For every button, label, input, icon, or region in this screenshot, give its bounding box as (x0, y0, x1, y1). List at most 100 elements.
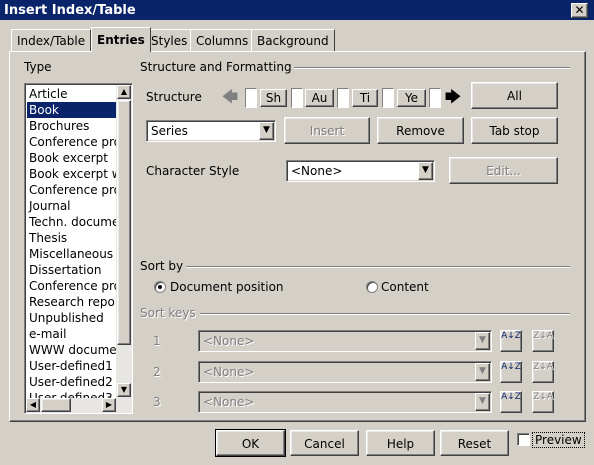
list-item[interactable]: Brochures (27, 118, 117, 134)
edit-button[interactable]: Edit... (449, 157, 558, 184)
all-button[interactable]: All (471, 82, 558, 109)
structure-group-label: Structure and Formatting (140, 60, 296, 74)
sort-content-label[interactable]: Content (381, 280, 429, 294)
sort-key-3-select[interactable]: <None> ▼ (198, 391, 492, 413)
chevron-down-icon[interactable]: ▼ (418, 162, 433, 180)
tab-columns[interactable]: Columns (190, 29, 255, 51)
list-item[interactable]: Conference pro (27, 182, 117, 198)
radio-dot (158, 285, 162, 289)
tab-label: Styles (151, 34, 188, 48)
tab-label: Index/Table (17, 34, 86, 48)
tab-label: Background (257, 34, 329, 48)
tab-label: Entries (97, 33, 145, 47)
list-item[interactable]: Miscellaneous (27, 246, 117, 262)
scroll-left-icon[interactable]: ◀ (26, 398, 40, 412)
tab-index-table[interactable]: Index/Table (11, 29, 92, 51)
list-item[interactable]: Research repor (27, 294, 117, 310)
chevron-down-icon[interactable]: ▼ (475, 363, 490, 381)
list-item[interactable]: Dissertation (27, 262, 117, 278)
token-gap[interactable] (291, 88, 303, 108)
type-label: Type (24, 60, 52, 74)
sort-keys-label: Sort keys (140, 306, 200, 320)
list-item[interactable]: Book excerpt w (27, 166, 117, 182)
sort-content-radio[interactable] (366, 281, 378, 293)
list-item[interactable]: Conference pro (27, 278, 117, 294)
token-gap[interactable] (245, 88, 257, 108)
structure-token-sh[interactable]: Sh (260, 89, 287, 107)
sort-key-2-select[interactable]: <None> ▼ (198, 361, 492, 383)
preview-checkbox[interactable] (517, 433, 530, 446)
list-item[interactable]: Article (27, 86, 117, 102)
help-button[interactable]: Help (366, 430, 435, 456)
list-item[interactable]: Unpublished (27, 310, 117, 326)
window-title: Insert Index/Table (4, 3, 136, 18)
preview-label[interactable]: Preview (532, 432, 585, 448)
scroll-hthumb[interactable] (41, 398, 71, 412)
list-item[interactable]: User-defined1 (27, 358, 117, 374)
list-item[interactable]: e-mail (27, 326, 117, 342)
sort-ascending-icon[interactable]: A↓Z (500, 361, 522, 383)
sort-key-1-select[interactable]: <None> ▼ (198, 330, 492, 352)
list-item[interactable]: User-defined2 (27, 374, 117, 390)
separator (200, 313, 570, 315)
sort-document-position-label[interactable]: Document position (170, 280, 284, 294)
chevron-down-icon[interactable]: ▼ (475, 332, 490, 350)
sort-descending-icon[interactable]: Z↓A (532, 391, 554, 413)
ok-button[interactable]: OK (215, 429, 286, 457)
character-style-value: <None> (291, 164, 343, 178)
list-item[interactable]: Book excerpt (27, 150, 117, 166)
sort-ascending-icon[interactable]: A↓Z (500, 330, 522, 352)
list-item[interactable]: Techn. documen (27, 214, 117, 230)
list-item[interactable]: Thesis (27, 230, 117, 246)
structure-token-ti[interactable]: Ti (352, 89, 378, 107)
field-select[interactable]: Series ▼ (146, 120, 276, 142)
list-item[interactable]: Journal (27, 198, 117, 214)
character-style-select[interactable]: <None> ▼ (286, 160, 435, 182)
list-item[interactable]: Book (27, 102, 117, 118)
arrow-right-icon[interactable]: 🡆 (443, 87, 463, 109)
reset-button[interactable]: Reset (440, 430, 509, 456)
token-gap[interactable] (429, 88, 441, 108)
structure-token-au[interactable]: Au (305, 89, 334, 107)
structure-label: Structure (146, 90, 202, 104)
sort-key-3-value: <None> (203, 395, 255, 409)
sort-ascending-icon[interactable]: A↓Z (500, 391, 522, 413)
list-item[interactable]: Conference pro (27, 134, 117, 150)
sort-document-position-radio[interactable] (154, 281, 166, 293)
character-style-label: Character Style (146, 164, 240, 178)
sort-descending-icon[interactable]: Z↓A (532, 330, 554, 352)
chevron-down-icon[interactable]: ▼ (259, 122, 274, 140)
tab-label: Columns (196, 34, 249, 48)
separator (294, 67, 570, 69)
type-list-vscrollbar[interactable]: ▲ ▼ (116, 85, 132, 398)
type-list[interactable]: Article Book Brochures Conference pro Book e… (24, 83, 133, 414)
title-bar: Insert Index/Table (0, 0, 594, 22)
sort-key-2-label: 2 (153, 365, 161, 379)
token-gap[interactable] (337, 88, 349, 108)
scroll-right-icon[interactable]: ▶ (102, 398, 116, 412)
scroll-down-icon[interactable]: ▼ (117, 383, 131, 397)
sort-by-label: Sort by (140, 259, 188, 273)
remove-button[interactable]: Remove (377, 117, 464, 144)
field-select-value: Series (151, 124, 188, 138)
sort-key-1-value: <None> (203, 334, 255, 348)
close-button[interactable]: ✕ (571, 3, 588, 18)
sort-key-2-value: <None> (203, 365, 255, 379)
close-icon: ✕ (574, 3, 585, 17)
arrow-left-icon[interactable]: 🡄 (220, 87, 240, 109)
tab-styles[interactable]: Styles (145, 29, 194, 51)
token-gap[interactable] (382, 88, 394, 108)
chevron-down-icon[interactable]: ▼ (475, 393, 490, 411)
cancel-button[interactable]: Cancel (290, 430, 359, 456)
scroll-thumb[interactable] (117, 100, 131, 345)
insert-button[interactable]: Insert (284, 117, 370, 144)
list-item[interactable]: WWW documen (27, 342, 117, 358)
sort-key-3-label: 3 (153, 395, 161, 409)
sort-descending-icon[interactable]: Z↓A (532, 361, 554, 383)
tab-background[interactable]: Background (251, 29, 335, 51)
tab-entries[interactable]: Entries (91, 27, 151, 52)
scroll-up-icon[interactable]: ▲ (117, 85, 131, 99)
tab-stop-button[interactable]: Tab stop (471, 117, 558, 144)
type-list-hscrollbar[interactable]: ◀ ▶ (26, 398, 132, 413)
structure-token-ye[interactable]: Ye (397, 89, 426, 107)
